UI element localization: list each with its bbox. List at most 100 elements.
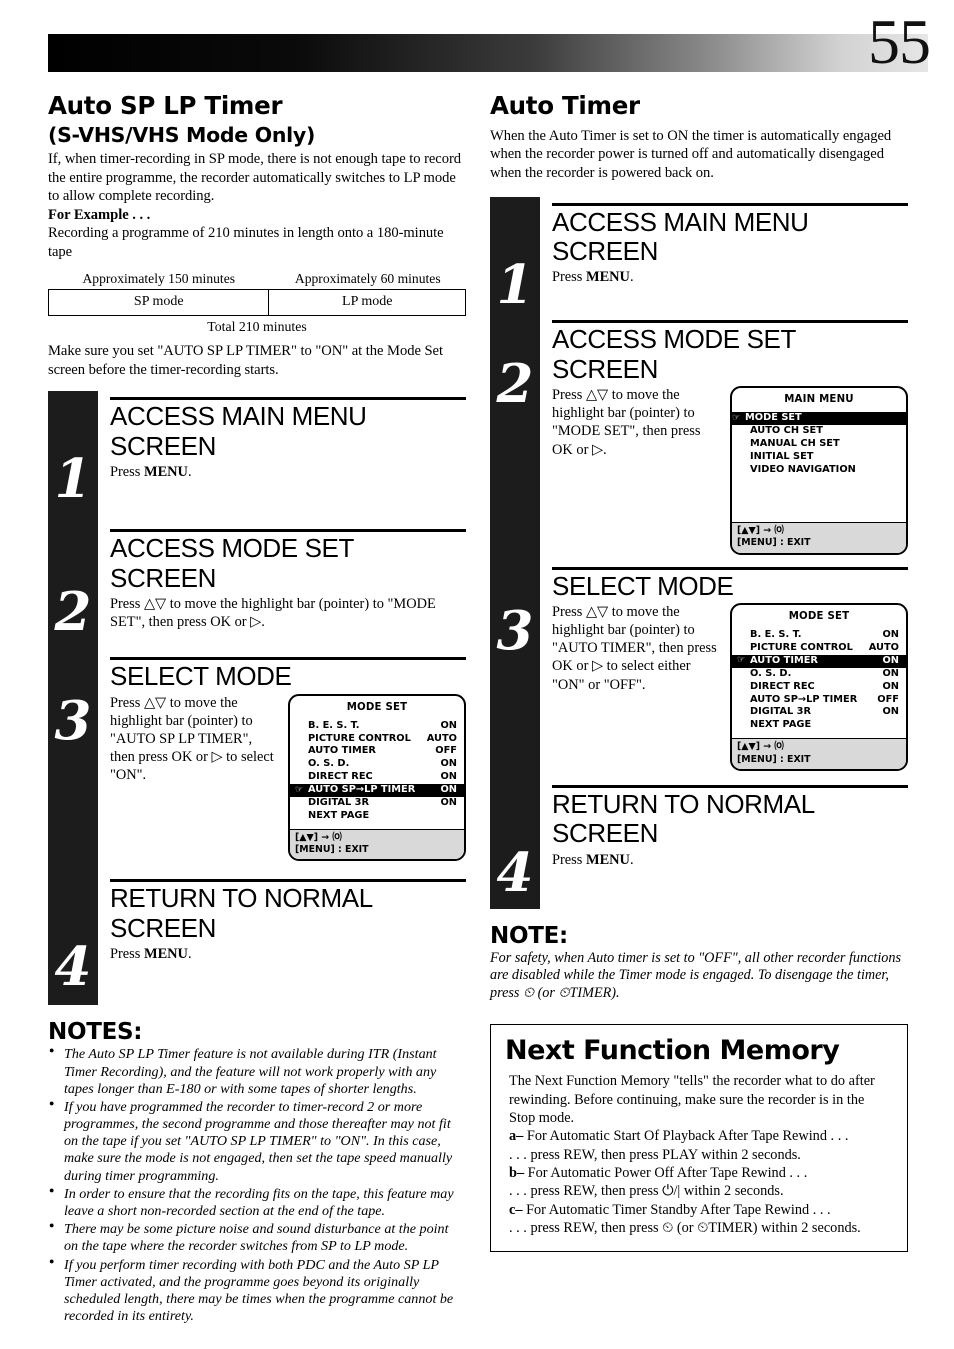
left-steps-block: 1 ACCESS MAIN MENU SCREEN Press MENU. 2 … bbox=[48, 391, 466, 1006]
osd-menu-item[interactable]: PICTURE CONTROL AUTO bbox=[737, 642, 901, 655]
for-example-label: For Example . . . bbox=[48, 206, 151, 223]
for-example-text: Recording a programme of 210 minutes in … bbox=[48, 225, 444, 260]
osd-menu-item[interactable]: NEXT PAGE bbox=[295, 810, 459, 823]
nfm-item-lead: c– bbox=[509, 1201, 523, 1218]
osd-item-value: ON bbox=[882, 667, 899, 679]
pointer-icon: ☞ bbox=[732, 412, 741, 423]
osd-item-value: ON bbox=[882, 654, 899, 666]
note-item: If you perform timer recording with both… bbox=[48, 1256, 466, 1326]
osd-menu-item[interactable]: O. S. D. ON bbox=[737, 668, 901, 681]
left-notes-block: NOTES: The Auto SP LP Timer feature is n… bbox=[48, 1019, 466, 1325]
step-heading: ACCESS MODE SET SCREEN bbox=[552, 324, 796, 384]
osd-item-label: AUTO CH SET bbox=[750, 425, 823, 437]
osd-footer-line-1: [▲▼] → ⒪ bbox=[737, 525, 784, 537]
left-after-table-text: Make sure you set "AUTO SP LP TIMER" to … bbox=[48, 343, 443, 378]
osd-menu-item[interactable]: NEXT PAGE bbox=[737, 719, 901, 732]
osd-menu-item[interactable]: DIRECT REC ON bbox=[737, 681, 901, 694]
step-2: 2 ACCESS MODE SET SCREEN Press △▽ to mov… bbox=[490, 320, 908, 566]
osd-menu-item[interactable]: DIGITAL 3R ON bbox=[737, 706, 901, 719]
note-item: There may be some picture noise and soun… bbox=[48, 1220, 466, 1255]
osd-footer: [▲▼] → ⒪ [MENU] : EXIT bbox=[290, 829, 464, 860]
step-heading: SELECT MODE bbox=[552, 570, 734, 601]
osd-menu-item[interactable]: O. S. D. ON bbox=[295, 758, 459, 771]
osd-item-value: ON bbox=[440, 784, 457, 796]
step-number: 4 bbox=[54, 936, 92, 999]
right-column: Auto Timer When the Auto Timer is set to… bbox=[490, 91, 908, 1253]
step-rule bbox=[552, 320, 908, 324]
page-header: 55 bbox=[0, 0, 954, 100]
note-item: In order to ensure that the recording fi… bbox=[48, 1185, 466, 1220]
step-3-content: Press △▽ to move the highlight bar (poin… bbox=[110, 693, 466, 862]
osd-menu-item[interactable]: AUTO SP→LP TIMER OFF bbox=[737, 694, 901, 707]
left-section-title: Auto SP LP Timer bbox=[48, 91, 283, 120]
osd-menu-item[interactable]: DIGITAL 3R ON bbox=[295, 797, 459, 810]
left-intro-text: If, when timer-recording in SP mode, the… bbox=[48, 151, 462, 205]
osd-menu-item[interactable]: VIDEO NAVIGATION bbox=[737, 464, 901, 477]
table-caption-lp: Approximately 60 minutes bbox=[294, 271, 441, 287]
step-body: Press △▽ to move the highlight bar (poin… bbox=[552, 603, 717, 693]
step-number: 3 bbox=[496, 599, 534, 662]
osd-menu-item[interactable]: DIRECT REC ON bbox=[295, 771, 459, 784]
step-rule bbox=[110, 657, 466, 661]
step-number: 2 bbox=[496, 353, 534, 416]
osd-menu-item[interactable]: ☞ MODE SET bbox=[732, 412, 906, 426]
osd-footer-line-2: [MENU] : EXIT bbox=[295, 844, 369, 856]
note-item: The Auto SP LP Timer feature is not avai… bbox=[48, 1045, 466, 1098]
step-body: Press △▽ to move the highlight bar (poin… bbox=[110, 694, 274, 784]
osd-menu-item[interactable]: ☞ AUTO SP→LP TIMER ON bbox=[290, 784, 464, 798]
osd-item-value: ON bbox=[882, 706, 899, 718]
osd-title: MODE SET bbox=[346, 701, 408, 713]
osd-item-value: ON bbox=[440, 758, 457, 770]
header-gradient-bar bbox=[48, 34, 928, 72]
step-number: 1 bbox=[496, 253, 534, 316]
mode-set-osd-screen: MODE SET B. E. S. T. ON PICTURE CONTROL AUT… bbox=[730, 602, 908, 771]
osd-row-list: ☞ MODE SET AUTO CH SET MANUAL CH SET INITIAL… bbox=[732, 412, 906, 516]
note-title: NOTE: bbox=[490, 922, 568, 949]
nfm-item-line-2: . . . press REW, then press PLAY within … bbox=[509, 1146, 801, 1163]
right-section-title: Auto Timer bbox=[490, 91, 640, 120]
osd-menu-item[interactable]: B. E. S. T. ON bbox=[295, 720, 459, 733]
note-item: If you have programmed the recorder to t… bbox=[48, 1098, 466, 1185]
osd-item-label: B. E. S. T. bbox=[750, 628, 802, 640]
osd-item-value: ON bbox=[882, 628, 899, 640]
step-1: 1 ACCESS MAIN MENU SCREEN Press MENU. bbox=[48, 391, 466, 529]
step-rule bbox=[110, 397, 466, 401]
note-body: For safety, when Auto timer is set to "O… bbox=[490, 949, 901, 1001]
osd-item-value: AUTO bbox=[426, 732, 457, 744]
next-function-memory-box: Next Function Memory The Next Function M… bbox=[490, 1024, 908, 1253]
osd-item-label: VIDEO NAVIGATION bbox=[750, 463, 856, 475]
step-4: 4 RETURN TO NORMAL SCREEN Press MENU. bbox=[490, 784, 908, 909]
osd-menu-item[interactable]: PICTURE CONTROL AUTO bbox=[295, 733, 459, 746]
osd-item-label: DIGITAL 3R bbox=[308, 797, 369, 809]
osd-menu-item[interactable]: INITIAL SET bbox=[737, 451, 901, 464]
osd-item-label: O. S. D. bbox=[308, 758, 350, 770]
step-heading: ACCESS MAIN MENU SCREEN bbox=[552, 206, 809, 266]
osd-item-label: PICTURE CONTROL bbox=[750, 641, 853, 653]
step-3: 3 SELECT MODE Press △▽ to move the highl… bbox=[48, 657, 466, 879]
osd-menu-item[interactable]: AUTO TIMER OFF bbox=[295, 745, 459, 758]
nfm-intro: The Next Function Memory "tells" the rec… bbox=[509, 1073, 875, 1127]
step-body: Press MENU. bbox=[110, 946, 192, 963]
osd-menu-item[interactable]: AUTO CH SET bbox=[737, 425, 901, 438]
nfm-title: Next Function Memory bbox=[505, 1035, 840, 1067]
step-body: Press △▽ to move the highlight bar (poin… bbox=[552, 387, 701, 458]
step-heading: RETURN TO NORMAL SCREEN bbox=[110, 883, 372, 943]
osd-menu-item[interactable]: B. E. S. T. ON bbox=[737, 629, 901, 642]
step-rule bbox=[552, 784, 908, 788]
step-body: Press MENU. bbox=[552, 269, 634, 286]
notes-title: NOTES: bbox=[48, 1019, 143, 1046]
osd-item-label: NEXT PAGE bbox=[750, 719, 812, 731]
step-2: 2 ACCESS MODE SET SCREEN Press △▽ to mov… bbox=[48, 529, 466, 657]
step-body: Press △▽ to move the highlight bar (poin… bbox=[110, 595, 436, 631]
osd-footer: [▲▼] → ⒪ [MENU] : EXIT bbox=[732, 738, 906, 769]
osd-row-list: B. E. S. T. ON PICTURE CONTROL AUTO ☞ AUTO TI… bbox=[732, 629, 906, 732]
nfm-item-line-1: For Automatic Power Off After Tape Rewin… bbox=[524, 1164, 808, 1181]
osd-item-value: OFF bbox=[877, 693, 899, 705]
nfm-item-lead: b– bbox=[509, 1164, 525, 1181]
osd-menu-item[interactable]: ☞ AUTO TIMER ON bbox=[732, 654, 906, 668]
table-cell-lp-mode: LP mode bbox=[342, 294, 393, 310]
osd-menu-item[interactable]: MANUAL CH SET bbox=[737, 438, 901, 451]
osd-item-label: DIRECT REC bbox=[750, 680, 815, 692]
osd-row-list: B. E. S. T. ON PICTURE CONTROL AUTO AUTO TIM… bbox=[290, 720, 464, 823]
step-heading: RETURN TO NORMAL SCREEN bbox=[552, 788, 814, 849]
